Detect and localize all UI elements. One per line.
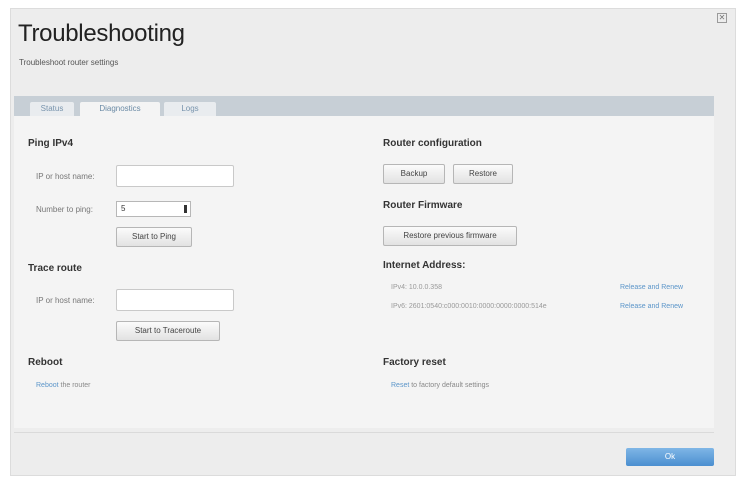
trace-host-label: IP or host name: bbox=[36, 296, 95, 305]
reboot-link[interactable]: Reboot bbox=[36, 382, 59, 389]
reboot-section-title: Reboot bbox=[28, 357, 63, 368]
restore-previous-firmware-button[interactable]: Restore previous firmware bbox=[383, 226, 517, 246]
factory-reset-description: Reset to factory default settings bbox=[391, 382, 489, 389]
ok-button[interactable]: Ok bbox=[626, 448, 714, 466]
factory-reset-link[interactable]: Reset bbox=[391, 382, 409, 389]
router-firmware-title: Router Firmware bbox=[383, 200, 463, 211]
tab-bar: Status Diagnostics Logs bbox=[14, 96, 714, 116]
start-traceroute-button[interactable]: Start to Traceroute bbox=[116, 321, 220, 341]
page-title: Troubleshooting bbox=[18, 20, 185, 47]
ping-count-select[interactable]: 5 bbox=[116, 201, 191, 217]
trace-host-input[interactable] bbox=[116, 289, 234, 311]
chevron-down-icon bbox=[184, 205, 187, 213]
ipv6-release-renew-link[interactable]: Release and Renew bbox=[620, 303, 683, 310]
internet-address-title: Internet Address: bbox=[383, 260, 466, 271]
tab-diagnostics[interactable]: Diagnostics bbox=[80, 102, 160, 116]
ping-count-value: 5 bbox=[121, 204, 126, 213]
reboot-text: the router bbox=[58, 382, 91, 389]
ping-count-label: Number to ping: bbox=[36, 205, 93, 214]
reboot-description: Reboot the router bbox=[36, 382, 91, 389]
factory-reset-text: to factory default settings bbox=[409, 382, 490, 389]
ipv4-release-renew-link[interactable]: Release and Renew bbox=[620, 284, 683, 291]
factory-reset-title: Factory reset bbox=[383, 357, 446, 368]
footer-divider bbox=[14, 432, 714, 433]
tab-logs[interactable]: Logs bbox=[164, 102, 216, 116]
page-subtitle: Troubleshoot router settings bbox=[19, 58, 119, 67]
backup-button[interactable]: Backup bbox=[383, 164, 445, 184]
close-icon[interactable]: ✕ bbox=[717, 13, 727, 23]
diagnostics-panel bbox=[14, 116, 714, 428]
restore-button[interactable]: Restore bbox=[453, 164, 513, 184]
ipv4-address: IPv4: 10.0.0.358 bbox=[391, 284, 442, 291]
router-config-title: Router configuration bbox=[383, 138, 482, 149]
ping-host-label: IP or host name: bbox=[36, 172, 95, 181]
ipv6-address: IPv6: 2601:0540:c000:0010:0000:0000:0000… bbox=[391, 303, 547, 310]
ping-host-input[interactable] bbox=[116, 165, 234, 187]
ping-section-title: Ping IPv4 bbox=[28, 138, 74, 149]
trace-section-title: Trace route bbox=[28, 263, 82, 274]
start-ping-button[interactable]: Start to Ping bbox=[116, 227, 192, 247]
tab-status[interactable]: Status bbox=[30, 102, 74, 116]
